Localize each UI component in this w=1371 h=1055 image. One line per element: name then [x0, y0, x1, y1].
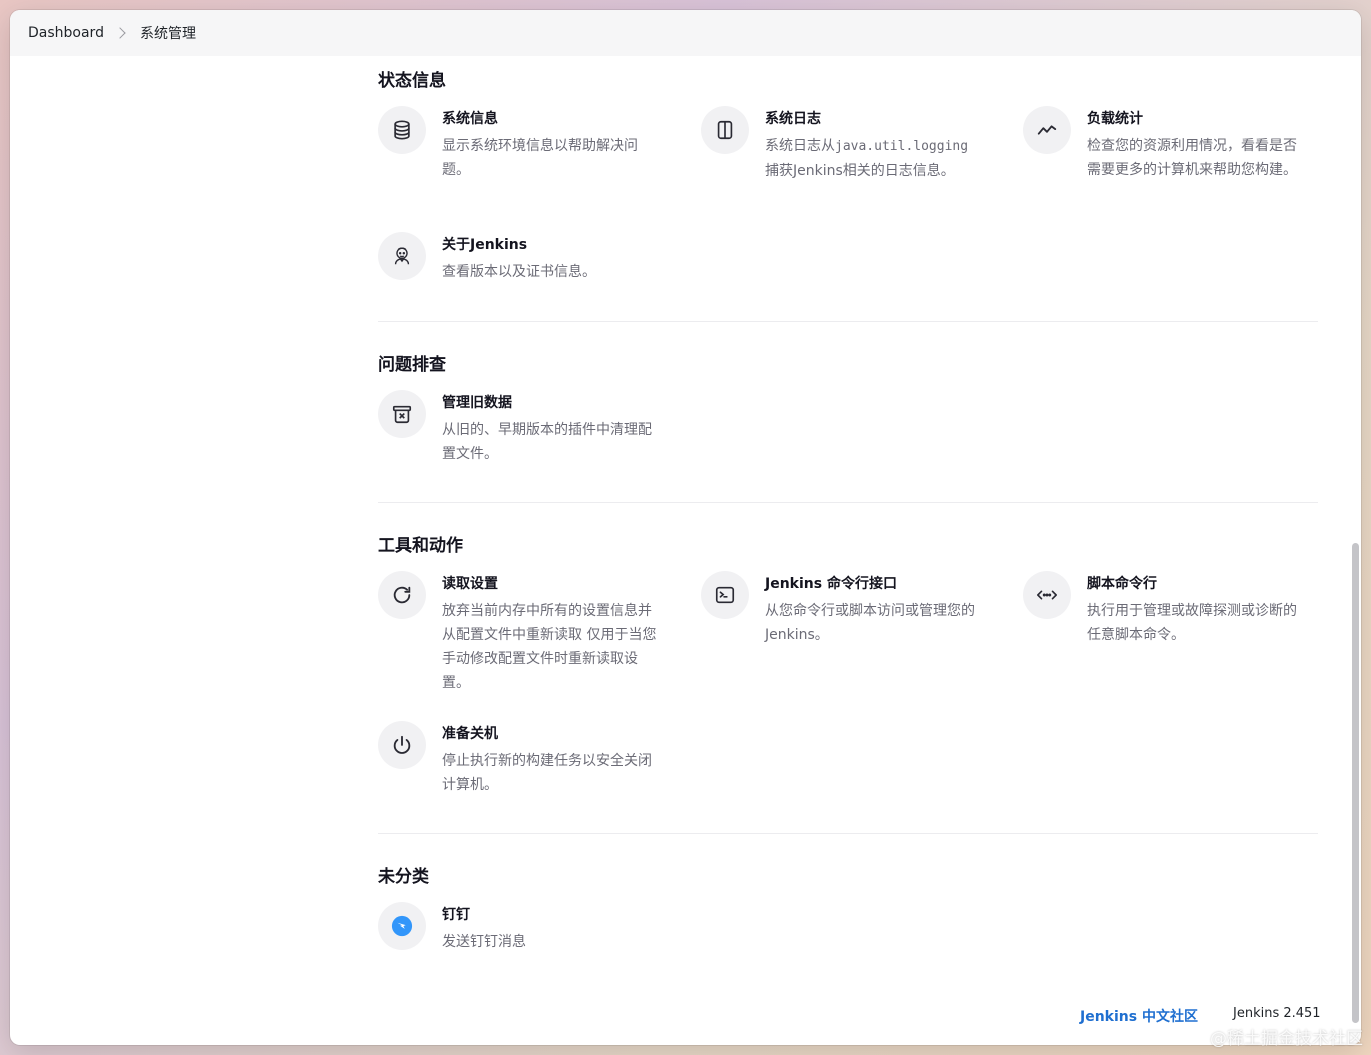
- item-description: 查看版本以及证书信息。: [442, 264, 596, 280]
- section-divider: [378, 502, 1318, 503]
- item-title: 准备关机: [442, 726, 498, 742]
- section-title-troubleshooting: 问题排查: [378, 355, 446, 375]
- item-description: 从您命令行或脚本访问或管理您的Jenkins。: [765, 603, 975, 643]
- item-title: 系统日志: [765, 111, 821, 127]
- item-description: 执行用于管理或故障探测或诊断的任意脚本命令。: [1087, 603, 1297, 643]
- log-panel-icon: [701, 106, 749, 154]
- footer-community-link[interactable]: Jenkins 中文社区: [1080, 1006, 1198, 1026]
- item-title: 关于Jenkins: [442, 237, 528, 253]
- desc-suffix: 捕获Jenkins相关的日志信息。: [765, 163, 955, 179]
- chevron-right-icon: [114, 27, 126, 39]
- item-title: 脚本命令行: [1087, 576, 1157, 592]
- section-divider: [378, 321, 1318, 322]
- section-title-uncategorized: 未分类: [378, 867, 429, 887]
- item-description: 发送钉钉消息: [442, 934, 526, 950]
- jenkins-butler-icon: [378, 232, 426, 280]
- trend-line-icon: [1023, 106, 1071, 154]
- breadcrumb-dashboard-link[interactable]: Dashboard: [28, 25, 104, 41]
- breadcrumb: Dashboard 系统管理: [10, 10, 1361, 56]
- item-title: 读取设置: [442, 576, 498, 592]
- item-description: 从旧的、早期版本的插件中清理配置文件。: [442, 422, 652, 462]
- section-divider: [378, 833, 1318, 834]
- item-title: Jenkins 命令行接口: [765, 576, 897, 592]
- breadcrumb-current[interactable]: 系统管理: [140, 23, 196, 43]
- scrollbar-thumb[interactable]: [1352, 543, 1359, 1023]
- item-title: 系统信息: [442, 111, 498, 127]
- desc-code: java.util.logging: [835, 139, 969, 154]
- code-icon: [1023, 571, 1071, 619]
- reload-icon: [378, 571, 426, 619]
- item-description: 显示系统环境信息以帮助解决问题。: [442, 138, 638, 178]
- section-title-status: 状态信息: [378, 71, 446, 91]
- section-title-tools: 工具和动作: [378, 536, 463, 556]
- archive-x-icon: [378, 390, 426, 438]
- dingtalk-icon: [378, 902, 426, 950]
- watermark-text: @稀土掘金技术社区: [1210, 1029, 1363, 1049]
- item-description: 停止执行新的构建任务以安全关闭计算机。: [442, 753, 652, 793]
- database-icon: [378, 106, 426, 154]
- item-description: 放弃当前内存中所有的设置信息并从配置文件中重新读取 仅用于当您手动修改配置文件时…: [442, 603, 657, 691]
- browser-window: Dashboard 系统管理 状态信息 系统信息 显示系统环境信息以帮助解决问题…: [10, 10, 1361, 1045]
- power-icon: [378, 721, 426, 769]
- terminal-icon: [701, 571, 749, 619]
- desc-prefix: 系统日志从: [765, 138, 835, 154]
- item-description: 系统日志从java.util.logging 捕获Jenkins相关的日志信息。: [765, 134, 995, 183]
- item-title: 负载统计: [1087, 111, 1143, 127]
- item-title: 钉钉: [442, 907, 470, 923]
- item-title: 管理旧数据: [442, 395, 512, 411]
- item-description: 检查您的资源利用情况，看看是否需要更多的计算机来帮助您构建。: [1087, 138, 1297, 178]
- footer-version[interactable]: Jenkins 2.451: [1233, 1006, 1321, 1021]
